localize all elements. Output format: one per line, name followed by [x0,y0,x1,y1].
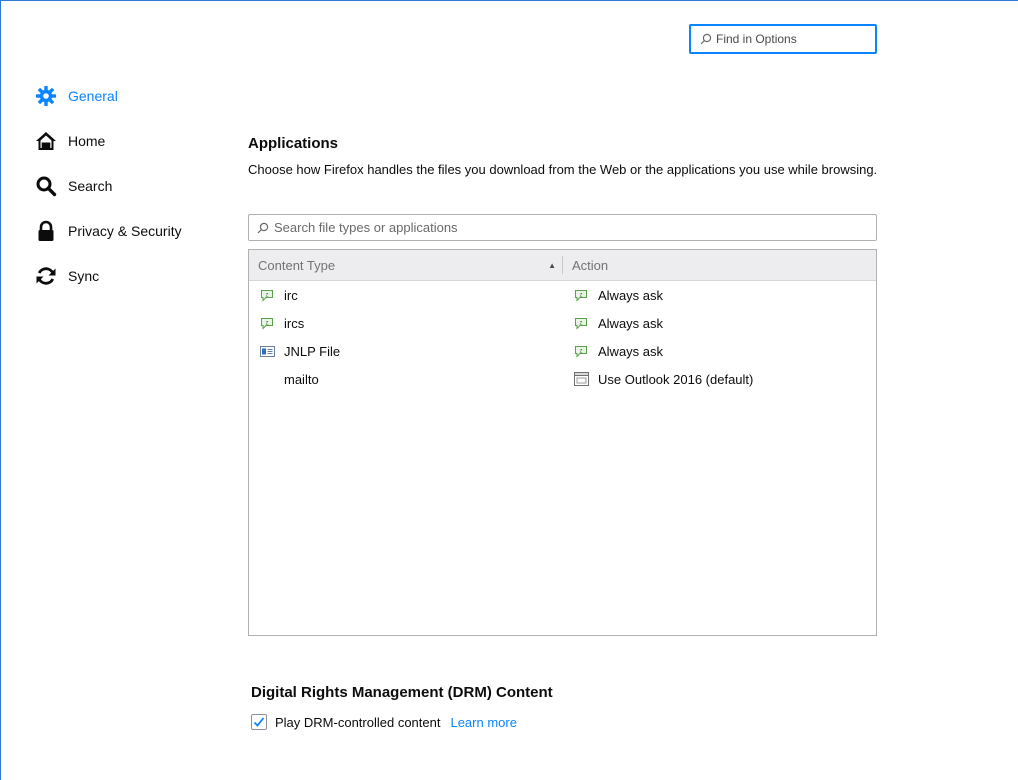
sync-icon [34,264,58,288]
find-in-options-placeholder: Find in Options [716,32,797,46]
search-icon [34,174,58,198]
category-privacy-security[interactable]: Privacy & Security [34,216,234,246]
applications-description: Choose how Firefox handles the files you… [248,162,878,177]
action-label: Use Outlook 2016 (default) [598,371,754,387]
learn-more-link[interactable]: Learn more [450,715,516,730]
applications-section: Applications Choose how Firefox handles … [248,121,878,181]
drm-heading: Digital Rights Management (DRM) Content [251,684,553,701]
category-search[interactable]: Search [34,171,234,201]
sort-ascending-icon: ▲ [548,261,556,270]
chat-icon: z [573,287,589,303]
action-label: Always ask [598,343,664,359]
category-sync[interactable]: Sync [34,261,234,291]
chat-icon: z [259,287,275,303]
svg-text:z: z [580,348,583,354]
filter-placeholder: Search file types or applications [274,220,458,235]
chat-icon: z [259,315,275,331]
column-header-action[interactable]: Action [563,258,608,273]
chat-icon: z [573,315,589,331]
content-type-label: irc [284,287,298,303]
checkmark-icon [253,717,265,727]
svg-text:z: z [266,292,269,298]
drm-checkbox[interactable] [251,714,267,730]
table-row[interactable]: z ircs z Always ask [249,309,876,337]
search-icon [257,222,269,233]
drm-option: Play DRM-controlled content Learn more [251,714,517,730]
category-sidebar: General Home Search Privacy & Security S… [34,81,234,306]
category-home[interactable]: Home [34,126,234,156]
content-type-label: mailto [284,371,319,387]
lock-icon [34,219,58,243]
content-type-label: ircs [284,315,305,331]
applications-table: Content Type ▲ Action z irc z Always ask [248,249,877,636]
svg-text:z: z [266,320,269,326]
home-icon [34,129,58,153]
action-label: Always ask [598,287,664,303]
table-row[interactable]: mailto Use Outlook 2016 (default) [249,365,876,393]
chat-icon: z [573,343,589,359]
column-label: Content Type [258,257,336,273]
column-header-content-type[interactable]: Content Type ▲ [249,250,556,280]
drm-checkbox-label[interactable]: Play DRM-controlled content [275,715,440,730]
application-window-icon [573,371,589,387]
svg-text:z: z [580,292,583,298]
column-label: Action [572,257,609,273]
category-label: Sync [68,268,100,284]
category-label: General [68,88,118,104]
category-label: Home [68,133,106,149]
preferences-window: Find in Options General Home Search Priv… [0,0,1018,780]
jnlp-file-icon [259,343,275,359]
content-type-label: JNLP File [284,343,341,359]
find-in-options-input[interactable]: Find in Options [689,24,877,54]
gear-icon [34,84,58,108]
search-icon [700,33,712,45]
applications-heading: Applications [248,135,339,152]
action-label: Always ask [598,315,664,331]
table-header: Content Type ▲ Action [249,250,876,281]
blank-icon [259,371,275,387]
filter-file-types-input[interactable]: Search file types or applications [248,214,877,241]
category-general[interactable]: General [34,81,234,111]
category-label: Privacy & Security [68,223,182,239]
svg-text:z: z [580,320,583,326]
table-row[interactable]: JNLP File z Always ask [249,337,876,365]
table-row[interactable]: z irc z Always ask [249,281,876,309]
category-label: Search [68,178,113,194]
